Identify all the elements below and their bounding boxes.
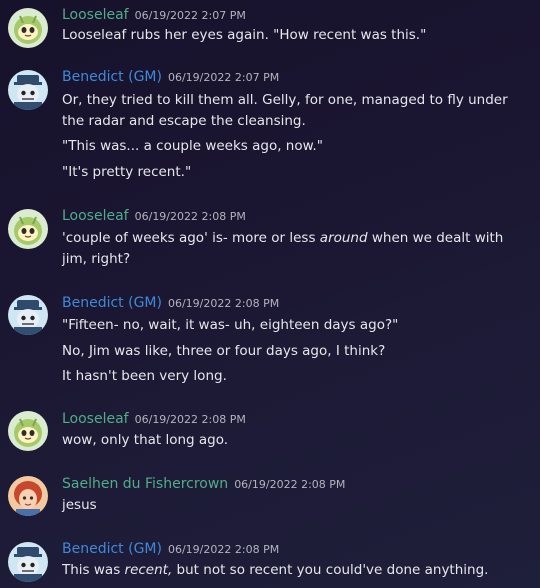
author-name[interactable]: Looseleaf [62,411,129,427]
timestamp: 06/19/2022 2:08 PM [134,210,246,223]
author-name[interactable]: Looseleaf [62,7,129,23]
author-name[interactable]: Benedict (GM) [62,295,162,311]
message-text: Or, they tried to kill them all. Gelly, … [62,92,508,108]
timestamp: 06/19/2022 2:08 PM [134,413,246,426]
author-name[interactable]: Saelhen du Fishercrown [62,476,228,492]
author-name[interactable]: Benedict (GM) [62,541,162,557]
chat-log: Looseleaf 06/19/2022 2:07 PM Looseleaf ru… [0,0,540,588]
message-text: It hasn't been very long. [62,368,227,384]
italic-text: around [319,230,368,246]
avatar-benedict[interactable] [8,542,48,582]
message-text: Looseleaf rubs her eyes again. "How rece… [62,27,427,43]
text-run: 'couple of weeks ago' is- more or less [62,230,320,246]
message-text: "Fifteen- no, wait, it was- uh, eighteen… [62,317,399,333]
timestamp: 06/19/2022 2:08 PM [167,543,280,556]
message-text: "This was... a couple weeks ago, now." [62,138,323,154]
text-run: This was [62,562,125,578]
message-text: No, Jim was like, three or four days ago… [62,343,386,359]
message-text: the radar and escape the cleansing. [62,113,306,129]
italic-text: recent, [124,562,173,578]
avatar-looseleaf[interactable] [8,411,48,451]
timestamp: 06/19/2022 2:08 PM [167,297,280,310]
avatar-looseleaf[interactable] [8,209,48,249]
avatar-saelhen[interactable] [8,476,48,516]
timestamp: 06/19/2022 2:07 PM [167,71,280,84]
author-name[interactable]: Looseleaf [62,208,129,224]
message-text: This was recent, but not so recent you c… [62,560,488,581]
message-text: 'couple of weeks ago' is- more or less a… [62,228,503,249]
text-run: but not so recent you could've done anyt… [172,562,489,578]
avatar-looseleaf[interactable] [8,8,48,48]
message-text: jim, right? [62,251,131,267]
avatar-benedict[interactable] [8,295,48,335]
message-text: "It's pretty recent." [62,164,192,180]
author-name[interactable]: Benedict (GM) [62,69,162,85]
message-text: wow, only that long ago. [62,432,229,448]
timestamp: 06/19/2022 2:08 PM [234,478,346,491]
avatar-benedict[interactable] [8,70,48,110]
message-text: jesus [62,497,97,513]
timestamp: 06/19/2022 2:07 PM [134,9,246,22]
text-run: when we dealt with [367,230,504,246]
